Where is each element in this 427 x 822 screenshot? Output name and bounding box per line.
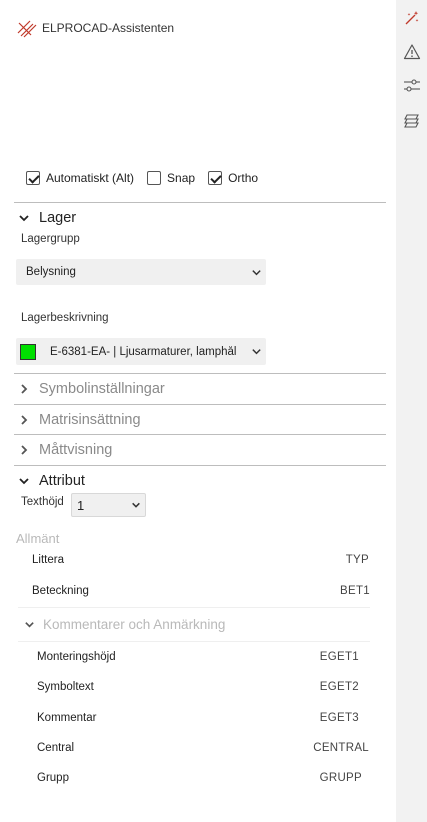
chevron-down-icon [246,267,266,278]
warning-icon[interactable] [400,40,424,64]
layers-icon[interactable] [400,108,424,132]
chevron-down-icon [25,622,34,628]
kommentarer-subgroup[interactable]: Kommentarer och Anmärkning [18,607,370,642]
attribute-row[interactable]: Monteringshöjd EGET1 [37,641,359,672]
section-attribut-label: Attribut [39,472,85,489]
attribute-row[interactable]: Symboltext EGET2 [37,671,359,702]
chevron-down-icon [127,500,145,510]
section-symbolinstallningar[interactable]: Symbolinställningar [14,373,386,403]
attribute-row[interactable]: Kommentar EGET3 [37,702,359,733]
lagerbeskrivning-value: E-6381-EA- | Ljusarmaturer, lamphål [50,345,237,358]
layer-color-swatch [20,343,36,360]
right-toolbar [396,0,427,822]
attribute-value: CENTRAL [313,741,369,754]
attribute-value: EGET3 [319,711,359,724]
chevron-down-icon [19,477,29,484]
attribute-value: EGET1 [319,650,359,663]
section-lager[interactable]: Lager [14,202,386,232]
sliders-icon[interactable] [400,74,424,98]
section-matrisinsattning[interactable]: Matrisinsättning [14,404,386,434]
app-header: ELPROCAD-Assistenten [16,17,174,39]
texthojd-label: Texthöjd [21,496,64,508]
attribute-value: GRUPP [319,771,362,784]
lagergrupp-value: Belysning [26,266,76,278]
section-mattvisning[interactable]: Måttvisning [14,434,386,464]
snap-label: Snap [167,171,196,185]
ortho-checkbox[interactable] [208,171,223,185]
attribute-row[interactable]: Central CENTRAL [37,732,369,763]
attribute-row[interactable]: Grupp GRUPP [37,762,362,793]
section-attribut[interactable]: Attribut [14,465,386,495]
attribute-value: EGET2 [319,680,359,693]
attribute-row[interactable]: Littera TYP [32,544,369,575]
kommentarer-subgroup-title: Kommentarer och Anmärkning [43,617,226,632]
attribute-value: BET1 [340,584,370,597]
snap-checkbox[interactable] [147,171,162,185]
attribute-name: Symboltext [37,680,94,693]
snap-option[interactable]: Snap [147,171,195,185]
attribute-name: Monteringshöjd [37,650,116,663]
ortho-option[interactable]: Ortho [208,171,258,185]
section-matris-label: Matrisinsättning [39,411,141,428]
auto-label: Automatiskt (Alt) [46,171,135,185]
texthojd-select[interactable]: 1 [71,493,146,517]
attribute-name: Central [37,741,75,754]
chevron-down-icon [19,214,29,221]
texthojd-value: 1 [77,497,85,513]
lagerbeskrivning-label: Lagerbeskrivning [21,312,109,324]
attribute-value: TYP [345,553,369,566]
lagerbeskrivning-select[interactable]: E-6381-EA- | Ljusarmaturer, lamphål [16,338,266,365]
section-lager-label: Lager [39,209,77,226]
options-row: Automatiskt (Alt) Snap Ortho [26,171,271,185]
attribute-name: Littera [32,553,64,566]
attribute-row[interactable]: Beteckning BET1 [32,575,370,606]
app-title: ELPROCAD-Assistenten [42,21,175,35]
attribute-name: Kommentar [37,711,97,724]
chevron-right-icon [21,383,28,394]
chevron-right-icon [21,444,28,455]
lagergrupp-select[interactable]: Belysning [16,259,266,285]
auto-checkbox[interactable] [26,171,40,185]
section-symbol-label: Symbolinställningar [39,380,165,397]
lagergrupp-label: Lagergrupp [21,233,80,245]
chevron-down-icon [246,346,266,357]
auto-option[interactable]: Automatiskt (Alt) [26,171,134,185]
attribute-name: Grupp [37,771,69,784]
ortho-label: Ortho [228,171,259,185]
chevron-right-icon [21,414,28,425]
attribute-name: Beteckning [32,584,89,597]
section-matt-label: Måttvisning [39,441,113,458]
elprocad-logo [17,20,37,38]
magic-wand-icon[interactable] [400,6,424,30]
